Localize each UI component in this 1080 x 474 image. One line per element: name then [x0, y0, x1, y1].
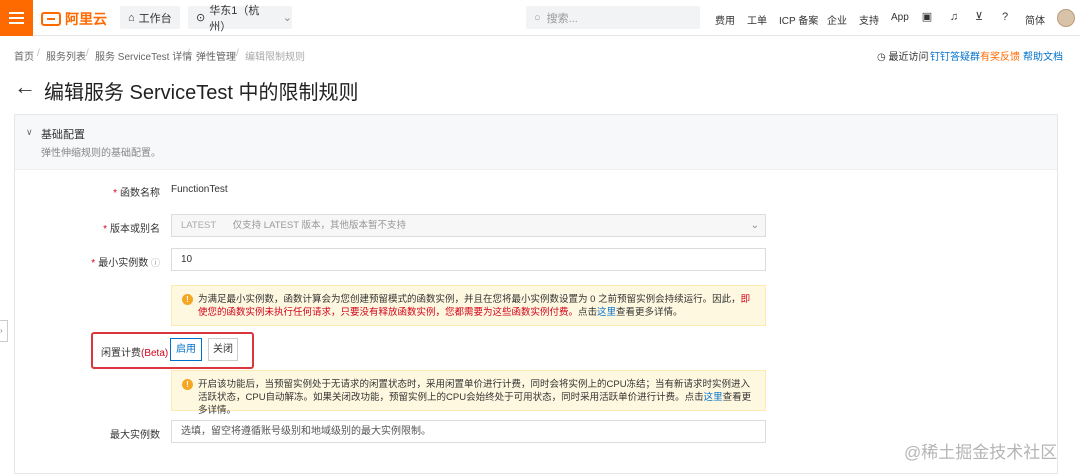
- version-label-text: 版本或别名: [110, 224, 160, 235]
- feedback-link[interactable]: 有奖反馈: [980, 48, 1020, 63]
- enable-button[interactable]: 启用: [170, 338, 202, 361]
- idle-billing-label: 闲置计费(Beta): [101, 344, 168, 359]
- chevron-down-icon: ⌄: [282, 12, 292, 24]
- function-name-label-text: 函数名称: [120, 188, 160, 199]
- min-instances-label: * 最小实例数 ⓘ: [50, 254, 160, 269]
- aliyun-logo[interactable]: 阿里云: [41, 9, 107, 29]
- required-marker: *: [113, 188, 117, 199]
- search-placeholder: 搜索...: [546, 12, 578, 25]
- function-name-label: * 函数名称: [50, 184, 160, 199]
- required-marker: *: [91, 258, 96, 269]
- workbench-label: 工作台: [138, 12, 172, 25]
- section-description: 弹性伸缩规则的基础配置。: [41, 148, 161, 159]
- idle-billing-warning: ! 开启该功能后，当预留实例处于无请求的闲置状态时，采用闲置单价进行计费，同时会…: [171, 370, 766, 416]
- bell-icon[interactable]: ♫: [948, 11, 960, 23]
- beta-tag: (Beta): [141, 348, 169, 359]
- watermark: @稀土掘金技术社区: [904, 443, 1058, 462]
- panel-header[interactable]: ∨ 基础配置 弹性伸缩规则的基础配置。: [15, 115, 1057, 170]
- logo-text: 阿里云: [65, 11, 107, 27]
- breadcrumb-current: 编辑限制规则: [245, 52, 305, 63]
- version-select[interactable]: LATEST 仅支持 LATEST 版本，其他版本暂不支持 ⌄: [171, 214, 766, 237]
- min-instances-input[interactable]: 10: [171, 248, 766, 271]
- disable-button[interactable]: 关闭: [208, 338, 238, 361]
- max-instances-label: 最大实例数: [110, 430, 160, 441]
- idle-billing-label-text: 闲置计费: [101, 348, 141, 359]
- breadcrumb-elastic[interactable]: 弹性管理: [196, 48, 236, 63]
- chevron-down-icon: ⌄: [750, 220, 759, 231]
- breadcrumb-separator: /: [37, 48, 40, 59]
- nav-enterprise[interactable]: 企业: [827, 12, 847, 27]
- max-instances-placeholder: 选填，留空将遵循账号级别和地域级别的最大实例限制。: [181, 426, 431, 437]
- warning-text-tail: 查看更多详情。: [616, 307, 683, 318]
- clock-icon: ◷: [877, 52, 886, 63]
- min-instances-label-text: 最小实例数: [98, 258, 149, 269]
- version-label: * 版本或别名: [50, 220, 160, 235]
- nav-support[interactable]: 支持: [859, 12, 879, 27]
- nav-tickets[interactable]: 工单: [747, 12, 767, 27]
- warning-text: 开启该功能后，当预留实例处于无请求的闲置状态时，采用闲置单价进行计费，同时会将实…: [198, 379, 751, 403]
- nav-app[interactable]: App: [891, 12, 909, 23]
- search-input[interactable]: ○ 搜索...: [526, 6, 700, 29]
- language-switch[interactable]: 简体: [1025, 12, 1045, 27]
- min-instances-value: 10: [181, 254, 193, 265]
- breadcrumb-separator: /: [187, 48, 190, 59]
- help-icon[interactable]: ?: [999, 11, 1011, 23]
- warning-icon: !: [182, 379, 193, 390]
- breadcrumb-separator: /: [86, 48, 89, 59]
- recent-label: 最近访问: [888, 52, 929, 63]
- warning-text-click: 点击: [578, 307, 598, 318]
- help-docs-link[interactable]: 帮助文档: [1023, 48, 1063, 63]
- warning-icon: !: [182, 294, 193, 305]
- location-icon: ⊙: [196, 12, 206, 24]
- search-icon: ○: [534, 11, 541, 24]
- max-instances-input[interactable]: 选填，留空将遵循账号级别和地域级别的最大实例限制。: [171, 420, 766, 443]
- breadcrumb-service-detail[interactable]: 服务 ServiceTest 详情: [95, 48, 192, 63]
- home-icon: ⌂: [128, 11, 135, 24]
- chevron-down-icon[interactable]: ∨: [26, 127, 33, 138]
- back-arrow-icon[interactable]: ←: [14, 74, 36, 100]
- avatar[interactable]: [1057, 9, 1075, 27]
- help-circle-icon[interactable]: ⓘ: [151, 258, 160, 268]
- function-name-value: FunctionTest: [171, 184, 228, 195]
- sidebar-expand-handle[interactable]: ›: [0, 320, 8, 342]
- workbench-button[interactable]: ⌂ 工作台: [120, 6, 180, 29]
- top-navbar: 阿里云 ⌂ 工作台 ⊙ 华东1（杭州） ⌄ ○ 搜索... 费用 工单 ICP …: [0, 0, 1080, 36]
- cart-icon[interactable]: ⊻: [973, 11, 985, 23]
- details-link[interactable]: 这里: [704, 392, 723, 403]
- dingtalk-link[interactable]: 钉钉答疑群: [930, 48, 980, 63]
- breadcrumb-service-list[interactable]: 服务列表: [46, 48, 86, 63]
- version-hint: 仅支持 LATEST 版本，其他版本暂不支持: [232, 220, 406, 231]
- breadcrumb-home[interactable]: 首页: [14, 48, 34, 63]
- recent-visits[interactable]: ◷ 最近访问: [877, 48, 929, 63]
- nav-icp[interactable]: ICP 备案: [779, 12, 818, 27]
- page-title: 编辑服务 ServiceTest 中的限制规则: [44, 82, 359, 104]
- required-marker: *: [103, 224, 107, 235]
- min-instances-warning: ! 为满足最小实例数，函数计算会为您创建预留模式的函数实例，并且在您将最小实例数…: [171, 285, 766, 326]
- logo-mark-icon: [41, 12, 61, 26]
- terminal-icon[interactable]: ▣: [921, 11, 933, 23]
- version-value: LATEST: [181, 220, 217, 231]
- menu-icon[interactable]: [0, 0, 33, 36]
- region-label: 华东1（杭州）: [209, 4, 260, 33]
- details-link[interactable]: 这里: [597, 307, 616, 318]
- warning-text: 为满足最小实例数，函数计算会为您创建预留模式的函数实例，并且在您将最小实例数设置…: [198, 294, 741, 305]
- nav-fees[interactable]: 费用: [715, 12, 735, 27]
- breadcrumb-separator: /: [236, 48, 239, 59]
- region-selector[interactable]: ⊙ 华东1（杭州） ⌄: [188, 5, 292, 33]
- section-title: 基础配置: [41, 129, 85, 141]
